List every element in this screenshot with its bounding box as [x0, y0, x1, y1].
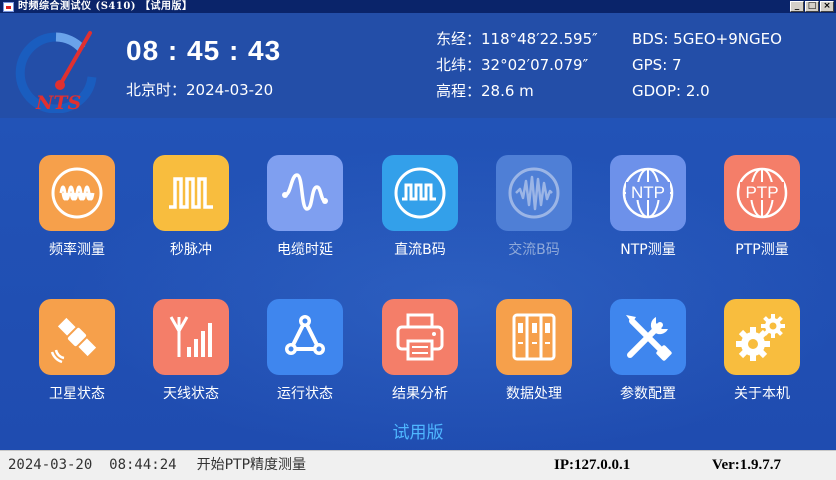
window-titlebar[interactable]: 时频综合测试仪 (S410) 【试用版】 _ □ × [0, 0, 836, 13]
current-time: 08 : 45 : 43 [126, 35, 282, 66]
gps-count: GPS: 7 [632, 56, 682, 74]
altitude: 高程：28.6 m [436, 82, 534, 100]
main-panel: 频率测量 秒脉冲 电缆时延 直流B码 交流B码 NTP NTP测量 PTP PT… [0, 118, 836, 450]
tile-result-analysis[interactable]: 结果分析 [381, 299, 459, 419]
latitude: 北纬：32°02′07.079″ [436, 56, 589, 74]
app-icon [3, 1, 14, 12]
status-datetime: 2024-03-20 08:44:24 [8, 457, 177, 473]
ntp-globe-icon: NTP [622, 167, 674, 219]
tile-ptp-measure[interactable]: PTP PTP测量 [723, 155, 801, 275]
dc-bcode-icon [394, 167, 446, 219]
tile-about-device[interactable]: 关于本机 [723, 299, 801, 419]
tile-label: 结果分析 [392, 386, 448, 402]
tile-icon-bg [39, 299, 115, 375]
status-bar: 2024-03-20 08:44:24 开始PTP精度测量 IP:127.0.0.… [0, 450, 836, 480]
svg-text:NTP: NTP [631, 183, 665, 202]
longitude: 东经：118°48′22.595″ [436, 30, 598, 48]
tile-icon-bg [610, 299, 686, 375]
tile-satellite-status[interactable]: 卫星状态 [38, 299, 116, 419]
tile-label: 频率测量 [49, 242, 105, 258]
tile-icon-bg [267, 155, 343, 231]
tile-icon-bg [382, 299, 458, 375]
satellite-info: BDS: 5GEO+9NGEO GPS: 7 GDOP: 2.0 [632, 26, 782, 104]
tile-icon-bg [39, 155, 115, 231]
antenna-icon [169, 316, 212, 357]
tile-label: 直流B码 [394, 242, 446, 258]
nts-logo-icon: NTS [15, 31, 97, 113]
close-button[interactable]: × [820, 1, 834, 12]
tile-second-pulse[interactable]: 秒脉冲 [152, 155, 230, 275]
tile-label: 关于本机 [734, 386, 790, 402]
tile-label: 参数配置 [620, 386, 676, 402]
tile-icon-bg [724, 299, 800, 375]
beijing-date: 北京时：2024-03-20 [126, 81, 274, 99]
window-title: 时频综合测试仪 (S410) 【试用版】 [18, 1, 193, 12]
tile-label: 秒脉冲 [170, 242, 212, 258]
data-process-icon [512, 313, 556, 361]
tile-icon-bg [267, 299, 343, 375]
status-message: 开始PTP精度测量 [196, 457, 307, 473]
tile-label: 数据处理 [506, 386, 562, 402]
logo-text: NTS [35, 92, 81, 113]
header-panel: NTS 08 : 45 : 43 北京时：2024-03-20 东经：118°4… [0, 13, 836, 118]
ptp-globe-icon: PTP [736, 167, 788, 219]
tile-parameter-config[interactable]: 参数配置 [609, 299, 687, 419]
bds-count: BDS: 5GEO+9NGEO [632, 30, 782, 48]
tools-icon [626, 315, 672, 361]
cable-delay-icon [282, 173, 328, 211]
tile-label: 交流B码 [508, 242, 560, 258]
tile-label: 运行状态 [277, 386, 333, 402]
tile-ntp-measure[interactable]: NTP NTP测量 [609, 155, 687, 275]
tile-icon-bg [496, 155, 572, 231]
tile-label: 天线状态 [163, 386, 219, 402]
tile-icon-bg: PTP [724, 155, 800, 231]
satellite-icon [50, 317, 97, 364]
tile-icon-bg: NTP [610, 155, 686, 231]
tile-run-status[interactable]: 运行状态 [266, 299, 344, 419]
tile-frequency-measure[interactable]: 频率测量 [38, 155, 116, 275]
tile-data-processing[interactable]: 数据处理 [495, 299, 573, 419]
printer-icon [396, 313, 444, 361]
frequency-wave-icon [51, 167, 103, 219]
run-status-icon [285, 315, 325, 355]
gdop-value: GDOP: 2.0 [632, 82, 710, 100]
pulse-icon [169, 177, 213, 209]
tile-icon-bg [153, 155, 229, 231]
ac-bcode-icon [508, 167, 560, 219]
tile-cable-delay[interactable]: 电缆时延 [266, 155, 344, 275]
tile-label: NTP测量 [620, 242, 676, 258]
tile-ac-bcode[interactable]: 交流B码 [495, 155, 573, 275]
tile-icon-bg [496, 299, 572, 375]
trial-label: 试用版 [392, 423, 444, 443]
tile-dc-bcode[interactable]: 直流B码 [381, 155, 459, 275]
svg-text:PTP: PTP [745, 183, 778, 202]
tile-label: 电缆时延 [277, 242, 333, 258]
tile-icon-bg [382, 155, 458, 231]
minimize-button[interactable]: _ [790, 1, 804, 12]
position-info: 东经：118°48′22.595″ 北纬：32°02′07.079″ 高程：28… [436, 26, 598, 104]
maximize-button[interactable]: □ [805, 1, 819, 12]
window-controls: _ □ × [790, 1, 834, 12]
version-label: Ver:1.9.7.7 [712, 457, 782, 473]
tile-antenna-status[interactable]: 天线状态 [152, 299, 230, 419]
tile-label: 卫星状态 [49, 386, 105, 402]
status-left: 2024-03-20 08:44:24 开始PTP精度测量 [8, 451, 306, 480]
tile-label: PTP测量 [735, 242, 789, 258]
ip-address: IP:127.0.0.1 [554, 457, 631, 473]
tile-icon-bg [153, 299, 229, 375]
gears-icon [736, 314, 785, 361]
